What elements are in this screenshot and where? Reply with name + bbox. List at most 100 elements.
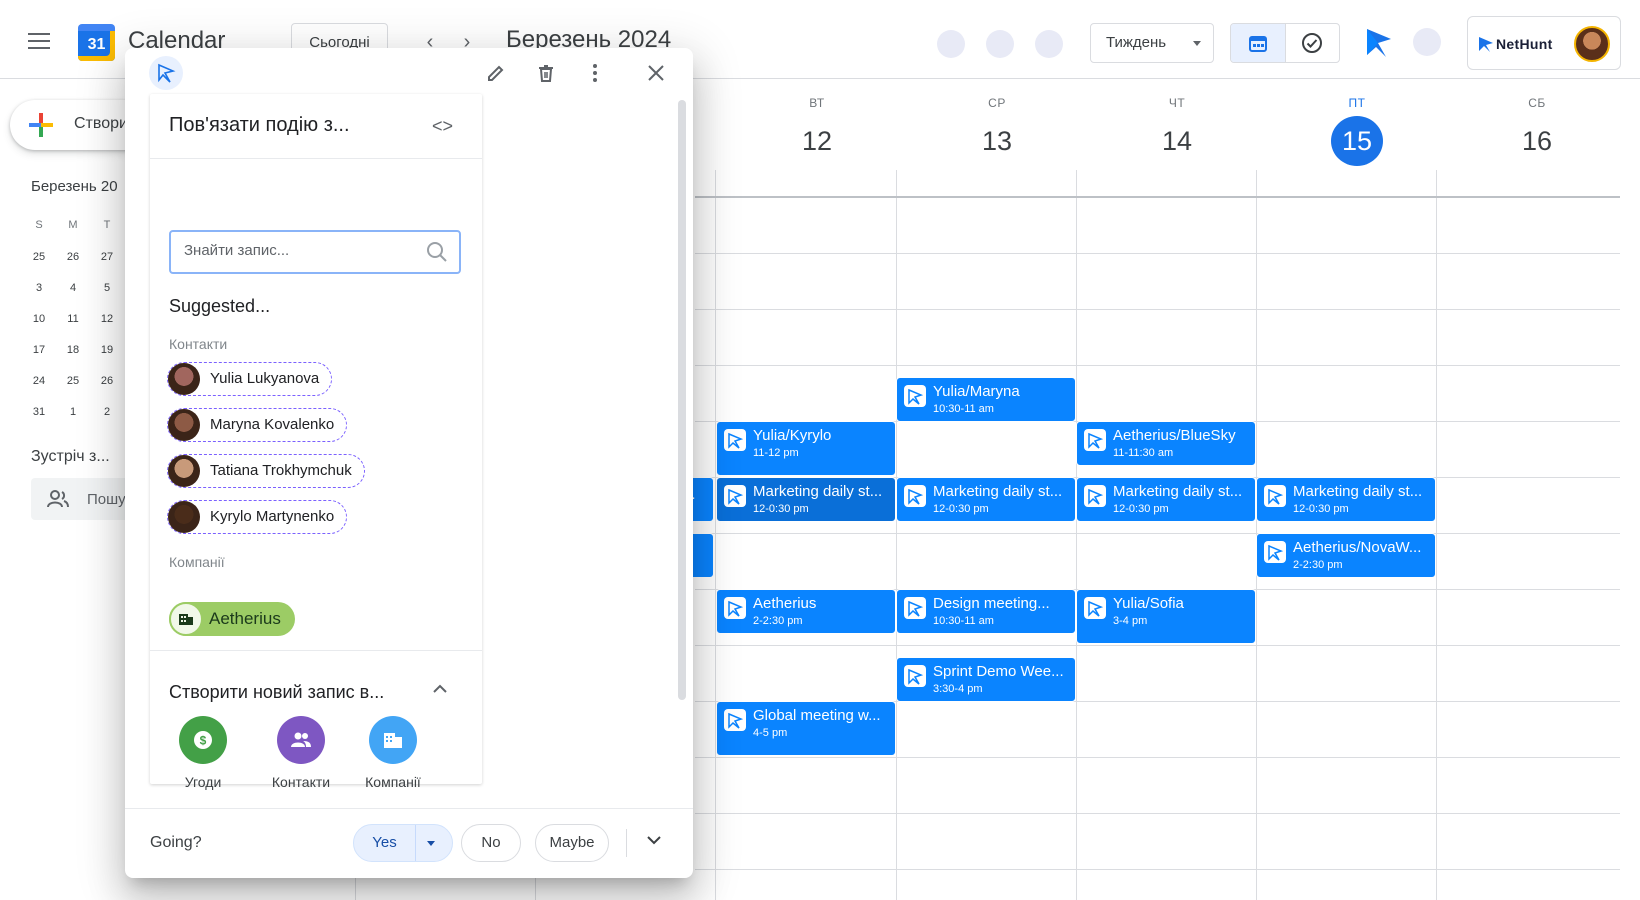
chevron-up-icon[interactable] [431,680,449,703]
calendar-event[interactable]: Aetherius/NovaW... 2-2:30 pm [1256,533,1436,578]
contact-chip[interactable]: Tatiana Trokhymchuk [167,454,365,488]
record-search-input[interactable] [184,242,414,259]
mini-day[interactable]: 11 [58,313,88,325]
mini-day[interactable]: 24 [24,375,54,387]
search-icon [427,242,447,262]
mini-day[interactable]: 3 [24,282,54,294]
calendar-event[interactable]: Aetherius/BlueSky 11-11:30 am [1076,421,1256,466]
event-title: Aetherius/BlueSky [1113,427,1236,444]
chevron-down-icon[interactable] [645,831,663,854]
contact-chip[interactable]: Yulia Lukyanova [167,362,333,396]
event-title: Yulia/Kyrylo [753,427,832,444]
more-options-icon[interactable] [580,58,610,88]
mini-day[interactable]: 31 [24,406,54,418]
calendar-icon[interactable] [1231,24,1286,62]
create-record-button[interactable]: Компанії [348,716,438,790]
rsvp-no-button[interactable]: No [461,824,521,862]
nethunt-icon[interactable] [1364,25,1394,59]
nethunt-icon [904,597,926,619]
caret-down-icon[interactable] [427,841,435,846]
day-of-week: ВТ [809,96,825,110]
event-time: 3-4 pm [1113,615,1148,627]
hour-line [695,869,1620,870]
day-header[interactable]: ВТ 12 [727,96,907,166]
calendar-event[interactable]: Marketing daily st... 12-0:30 pm [1076,477,1256,522]
user-avatar[interactable] [1574,26,1610,62]
mini-day[interactable]: 18 [58,344,88,356]
mini-day[interactable]: 5 [92,282,122,294]
event-title: Design meeting... [933,595,1050,612]
mini-day[interactable]: 2 [92,406,122,418]
calendar-event[interactable]: Global meeting w... 4-5 pm [716,701,896,756]
nethunt-icon[interactable] [149,56,183,90]
calendar-event[interactable]: Yulia/Kyrylo 11-12 pm [716,421,896,476]
mini-dow: T [103,219,111,231]
day-header[interactable]: СБ 16 [1447,96,1627,166]
rsvp-maybe-button[interactable]: Maybe [535,824,609,862]
record-type-label: Угоди [184,774,222,790]
day-number[interactable]: 13 [971,116,1023,166]
nethunt-icon [904,385,926,407]
rsvp-yes-button[interactable]: Yes [353,824,453,862]
create-record-button[interactable]: Контакти [256,716,346,790]
event-time: 11-11:30 am [1113,447,1174,459]
nethunt-icon [724,597,746,619]
event-title: Aetherius/NovaW... [1293,539,1422,556]
close-icon[interactable] [641,58,671,88]
header-icon-button[interactable] [1035,30,1063,58]
mini-day[interactable]: 1 [58,406,88,418]
calendar-event[interactable]: Design meeting... 10:30-11 am [896,589,1076,634]
task-check-icon[interactable] [1286,24,1340,62]
company-icon [369,716,417,764]
day-header[interactable]: СР 13 [907,96,1087,166]
contact-chip[interactable]: Maryna Kovalenko [167,408,348,442]
scrollbar[interactable] [678,100,686,700]
day-number[interactable]: 15 [1331,116,1383,166]
mini-day[interactable]: 19 [92,344,122,356]
header-icon-button[interactable] [986,30,1014,58]
mini-day[interactable]: 25 [24,251,54,263]
day-column-divider [1436,170,1437,900]
nethunt-icon [724,429,746,451]
mini-day[interactable]: 26 [92,375,122,387]
calendar-event[interactable]: Marketing daily st... 12-0:30 pm [1256,477,1436,522]
delete-icon[interactable] [531,58,561,88]
day-header[interactable]: ПТ 15 [1267,96,1447,166]
day-number[interactable]: 14 [1151,116,1203,166]
event-time: 10:30-11 am [933,403,994,415]
mini-day[interactable]: 26 [58,251,88,263]
mini-day[interactable]: 12 [92,313,122,325]
calendar-event[interactable]: Marketing daily st... 12-0:30 pm [896,477,1076,522]
contact-name: Yulia Lukyanova [210,370,320,387]
nethunt-icon [724,709,746,731]
mini-calendar-title: Березень 20 [31,178,118,195]
calendar-event[interactable]: Yulia/Maryna 10:30-11 am [896,377,1076,422]
mini-day[interactable]: 25 [58,375,88,387]
mini-day[interactable]: 27 [92,251,122,263]
contact-chip[interactable]: Kyrylo Martynenko [167,500,348,534]
mini-day[interactable]: 10 [24,313,54,325]
calendar-event[interactable]: Yulia/Sofia 3-4 pm [1076,589,1256,644]
edit-icon[interactable] [481,58,511,88]
menu-icon[interactable] [28,33,50,49]
contact-avatar [168,363,200,395]
view-select[interactable]: Тиждень [1090,23,1214,63]
plus-icon [29,113,53,137]
divider [150,650,482,651]
mini-day[interactable]: 4 [58,282,88,294]
create-record-button[interactable]: $ Угоди [158,716,248,790]
mini-day[interactable]: 17 [24,344,54,356]
account-placeholder-icon[interactable] [1413,28,1441,56]
code-icon[interactable]: <> [432,116,453,137]
nethunt-badge[interactable]: NetHunt [1467,16,1621,70]
calendar-event[interactable]: Marketing daily st... 12-0:30 pm [716,477,896,522]
header-icon-button[interactable] [937,30,965,58]
day-header[interactable]: ЧТ 14 [1087,96,1267,166]
contacts-icon [277,716,325,764]
company-chip[interactable]: Aetherius [169,602,295,636]
calendar-event[interactable]: Sprint Demo Wee... 3:30-4 pm [896,657,1076,702]
record-search-field[interactable] [169,230,461,274]
day-number[interactable]: 12 [791,116,843,166]
calendar-event[interactable]: Aetherius 2-2:30 pm [716,589,896,634]
day-number[interactable]: 16 [1511,116,1563,166]
